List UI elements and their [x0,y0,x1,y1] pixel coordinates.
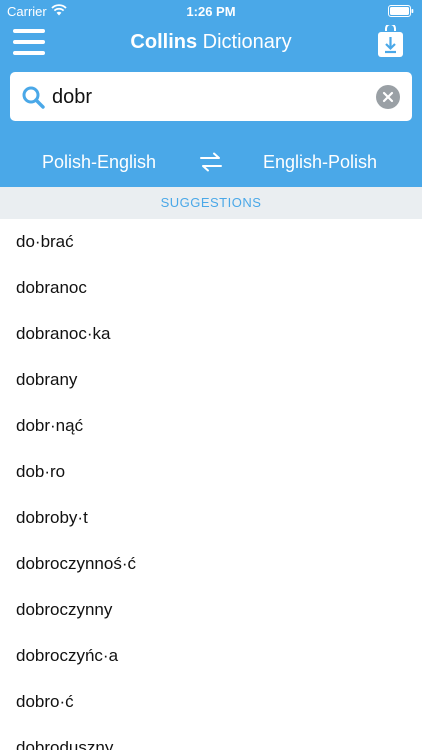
suggestion-list: do·brać dobranoc dobranoc·ka dobrany dob… [0,219,422,750]
suggestions-header: SUGGESTIONS [0,187,422,219]
search-input[interactable] [52,81,362,113]
search-box [10,72,412,121]
battery-icon [388,5,414,17]
suggestion-item[interactable]: dobr·nąć [0,403,422,449]
download-icon[interactable] [377,25,404,58]
suggestion-item[interactable]: dob·ro [0,449,422,495]
lang-polish-english[interactable]: Polish-English [42,152,156,173]
suggestion-item[interactable]: dobroczyńc·a [0,633,422,679]
clear-icon[interactable] [376,85,400,109]
status-bar: Carrier 1:26 PM [0,0,422,22]
status-time: 1:26 PM [186,4,236,19]
suggestion-item[interactable]: dobro·ć [0,679,422,725]
suggestion-item[interactable]: dobranoc·ka [0,311,422,357]
swap-icon[interactable] [200,151,222,173]
app-title: Collins Dictionary [0,31,422,54]
app-screen: Carrier 1:26 PM Collins Dictionary dobr … [0,0,422,750]
lang-english-polish[interactable]: English-Polish [263,152,377,173]
suggestion-item[interactable]: dobroczynny [0,587,422,633]
suggestion-item[interactable]: dobrany [0,357,422,403]
search-icon [22,86,45,109]
suggestion-item[interactable]: dobroduszny [0,725,422,750]
suggestion-item[interactable]: dobroby·t [0,495,422,541]
suggestion-item[interactable]: do·brać [0,219,422,265]
suggestion-item[interactable]: dobranoc [0,265,422,311]
suggestion-item[interactable]: dobroczynnoś·ć [0,541,422,587]
app-title-brand: Collins [130,31,198,53]
app-title-rest: Dictionary [197,31,292,53]
